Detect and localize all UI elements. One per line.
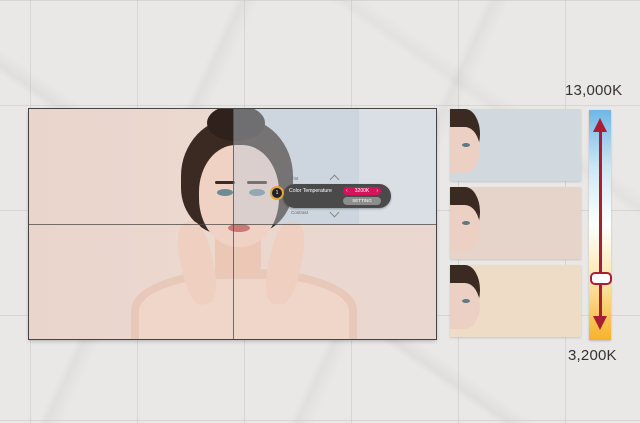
osd-badge: 1: [270, 186, 284, 200]
thumb-eye: [462, 221, 470, 225]
thumb-eye: [462, 143, 470, 147]
thumb-face: [450, 127, 480, 173]
setting-button[interactable]: SETTING: [343, 197, 381, 205]
osd-menu[interactable]: Tint Color Temperature ‹ 3200K › SETTING…: [270, 171, 393, 219]
thumb-face: [450, 283, 480, 329]
chevron-left-icon[interactable]: ‹: [346, 187, 348, 195]
thumbnail-cool: [450, 109, 581, 181]
blouse: [139, 279, 349, 339]
osd-selected-row[interactable]: Color Temperature ‹ 3200K › SETTING: [283, 184, 391, 208]
left-brow: [215, 181, 235, 184]
color-temperature-value-text: 3200K: [354, 188, 370, 194]
left-eye: [217, 189, 233, 196]
color-temperature-scale[interactable]: [589, 110, 612, 340]
scale-shaft: [599, 128, 602, 324]
osd-item-contrast[interactable]: Contrast: [291, 210, 308, 215]
chevron-down-icon[interactable]: [329, 207, 340, 218]
marble-background: Tint Color Temperature ‹ 3200K › SETTING…: [0, 0, 640, 423]
thumb-eye: [462, 299, 470, 303]
osd-item-tint[interactable]: Tint: [291, 176, 298, 181]
color-temperature-value[interactable]: ‹ 3200K ›: [343, 187, 381, 195]
scale-min-label: 3,200K: [568, 347, 617, 364]
lips: [228, 224, 250, 232]
thumbnail-neutral: [450, 187, 581, 259]
thumb-face: [450, 205, 480, 251]
video-wall: [28, 108, 437, 340]
chevron-up-icon[interactable]: [329, 174, 340, 185]
scale-max-label: 13,000K: [565, 82, 623, 99]
osd-item-color-temperature: Color Temperature: [289, 188, 332, 194]
bezel-horizontal: [29, 224, 436, 225]
scale-handle[interactable]: [590, 272, 612, 286]
chevron-right-icon[interactable]: ›: [376, 187, 378, 195]
thumbnail-warm: [450, 265, 581, 337]
arrow-down-icon: [593, 316, 607, 330]
